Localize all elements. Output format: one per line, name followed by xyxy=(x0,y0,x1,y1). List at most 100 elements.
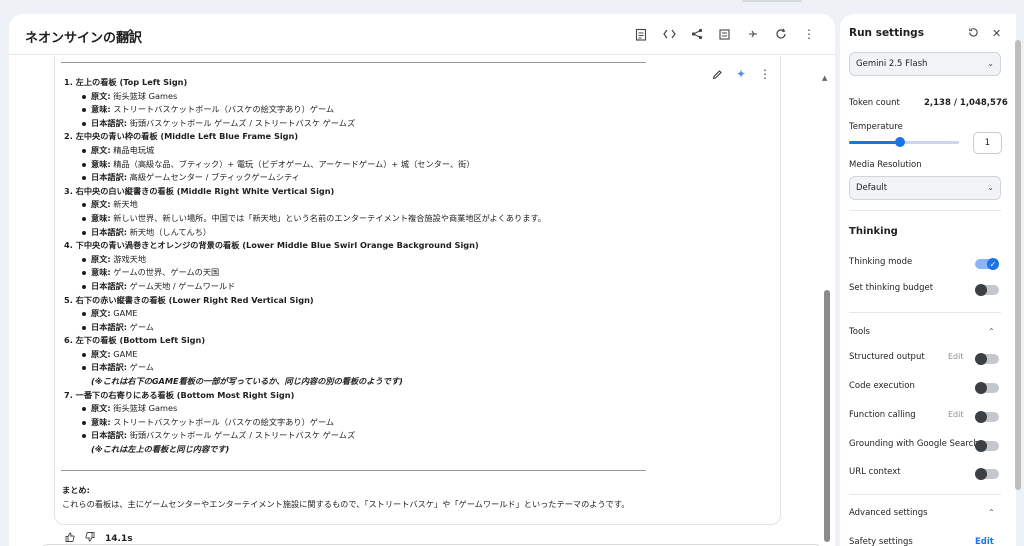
thinking-budget-toggle[interactable] xyxy=(975,284,999,296)
thinking-mode-toggle[interactable]: ✓ xyxy=(975,258,999,270)
list-item: 意味: ストリートバスケットボール（バスケの絵文字あり）ゲーム xyxy=(64,416,684,430)
panel-title: Run settings xyxy=(849,27,924,39)
toggle-knob xyxy=(975,353,987,365)
top-tab-hint xyxy=(742,0,802,2)
section-title: 6. 左下の看板 (Bottom Left Sign) xyxy=(64,335,206,346)
structured-output-edit[interactable]: Edit xyxy=(948,352,964,361)
divider xyxy=(61,470,646,471)
compress-icon[interactable] xyxy=(745,26,761,42)
section-title: 1. 左上の看板 (Top Left Sign) xyxy=(64,77,188,87)
list-item: 原文: 精品电玩城 xyxy=(64,144,684,158)
model-response: ✦ ⋮ 1. 左上の看板 (Top Left Sign) 原文: 街头篮球 Ga… xyxy=(54,56,781,525)
safety-settings-label: Safety settings xyxy=(849,537,913,546)
url-context-toggle[interactable] xyxy=(975,468,999,480)
section-title: 3. 右中央の白い縦書きの看板 (Middle Right White Vert… xyxy=(64,185,335,196)
response-content: 1. 左上の看板 (Top Left Sign) 原文: 街头篮球 Games … xyxy=(64,76,684,457)
section-title: 5. 右下の赤い縦書きの看板 (Lower Right Red Vertical… xyxy=(64,294,314,305)
function-calling-label: Function calling xyxy=(849,410,916,420)
toggle-knob xyxy=(975,468,987,480)
temperature-slider[interactable] xyxy=(849,137,959,147)
list-item: 意味: 精品（高級な品、ブティック）+ 電玩（ビデオゲーム、アーケードゲーム）+… xyxy=(64,158,684,172)
run-settings-panel: Run settings ✕ Gemini 2.5 Flash ⌄ Token … xyxy=(840,14,1016,546)
media-resolution-value: Default xyxy=(856,183,888,193)
grounding-toggle[interactable] xyxy=(975,440,999,452)
summary: まとめ: これらの看板は、主にゲームセンターやエンターテイメント施設に関するもの… xyxy=(62,484,629,511)
media-resolution-select[interactable]: Default ⌄ xyxy=(849,176,1001,200)
temperature-label: Temperature xyxy=(849,122,903,132)
list-item: 原文: 游戏天地 xyxy=(64,253,684,267)
close-icon[interactable]: ✕ xyxy=(992,27,1001,40)
sparkle-icon[interactable]: ✦ xyxy=(734,67,748,81)
list-item: 意味: 新しい世界、新しい場所。中国では「新天地」という名前のエンターテイメント… xyxy=(64,212,684,226)
token-count-value: 2,138 / 1,048,576 xyxy=(924,98,1008,108)
list-item: 原文: GAME xyxy=(64,348,684,362)
response-more-icon[interactable]: ⋮ xyxy=(758,67,772,81)
check-icon: ✓ xyxy=(987,258,999,270)
chevron-down-icon: ⌄ xyxy=(987,59,994,68)
more-icon[interactable]: ⋮ xyxy=(801,26,817,42)
toggle-knob xyxy=(975,411,987,423)
thinking-header: Thinking xyxy=(849,226,898,237)
divider xyxy=(849,494,1001,495)
list-item: 意味: ストリートバスケットボール（バスケの絵文字あり）ゲーム xyxy=(64,103,684,117)
list-item: 原文: 街头篮球 Games xyxy=(64,402,684,416)
safety-settings-edit[interactable]: Edit xyxy=(975,537,994,546)
thinking-mode-label: Thinking mode xyxy=(849,257,913,267)
edit-title-icon[interactable] xyxy=(121,27,135,41)
grounding-label: Grounding with Google Search xyxy=(849,439,979,449)
section-title: 4. 下中央の青い渦巻きとオレンジの背景の看板 (Lower Middle Bl… xyxy=(64,240,479,251)
refresh-icon[interactable] xyxy=(773,26,789,42)
list-item: 日本語訳: ゲーム xyxy=(64,321,684,335)
tools-header[interactable]: Tools xyxy=(849,327,870,337)
thinking-budget-label: Set thinking budget xyxy=(849,283,934,293)
function-calling-toggle[interactable] xyxy=(975,411,999,423)
structured-output-label: Structured output xyxy=(849,352,925,362)
toggle-knob xyxy=(975,284,987,296)
chat-panel: ネオンサインの翻訳 ⋮ ✦ ⋮ 1. 左上の看板 (Top Left Sign)… xyxy=(9,14,835,546)
summary-text: これらの看板は、主にゲームセンターやエンターテイメント施設に関するもので、「スト… xyxy=(62,498,630,509)
section-title: 2. 左中央の青い枠の看板 (Middle Left Blue Frame Si… xyxy=(64,131,299,142)
toggle-knob xyxy=(975,440,987,452)
divider xyxy=(849,210,1001,211)
code-execution-toggle[interactable] xyxy=(975,382,999,394)
compare-icon[interactable] xyxy=(717,26,733,42)
list-item: 日本語訳: ゲーム xyxy=(64,361,684,375)
chat-scrollbar[interactable]: ▲ ▼ xyxy=(821,72,831,546)
share-icon[interactable] xyxy=(689,26,705,42)
chevron-down-icon: ⌄ xyxy=(987,183,994,192)
scroll-up-icon[interactable]: ▲ xyxy=(822,74,827,82)
scrollbar-thumb[interactable] xyxy=(824,290,830,542)
section-title: 7. 一番下の右寄りにある看板 (Bottom Most Right Sign) xyxy=(64,389,295,400)
function-calling-edit[interactable]: Edit xyxy=(948,410,964,419)
toggle-knob xyxy=(975,382,987,394)
note-text: (※これは右下のGAME看板の一部が写っているか、同じ内容の別の看板のようです) xyxy=(91,376,403,387)
media-resolution-label: Media Resolution xyxy=(849,160,922,170)
response-toolbar: ✦ ⋮ xyxy=(710,67,772,81)
token-count-label: Token count xyxy=(849,98,900,108)
notes-icon[interactable] xyxy=(633,26,649,42)
list-item: 日本語訳: ゲーム天地 / ゲームワールド xyxy=(64,280,684,294)
code-icon[interactable] xyxy=(661,26,677,42)
list-item: 日本語訳: 高級ゲームセンター / ブティックゲームシティ xyxy=(64,171,684,185)
chevron-up-icon[interactable]: ⌃ xyxy=(988,508,995,517)
url-context-label: URL context xyxy=(849,467,901,477)
chevron-up-icon[interactable]: ⌃ xyxy=(988,327,995,336)
settings-scrollbar[interactable] xyxy=(1015,40,1021,490)
structured-output-toggle[interactable] xyxy=(975,353,999,365)
code-execution-label: Code execution xyxy=(849,381,915,391)
slider-handle[interactable] xyxy=(895,137,905,147)
list-item: 原文: 新天地 xyxy=(64,198,684,212)
list-item: 原文: 街头篮球 Games xyxy=(64,90,684,104)
edit-response-icon[interactable] xyxy=(710,67,724,81)
reset-icon[interactable] xyxy=(968,27,979,41)
chat-scroll-area: ✦ ⋮ 1. 左上の看板 (Top Left Sign) 原文: 街头篮球 Ga… xyxy=(9,56,835,546)
advanced-settings-header[interactable]: Advanced settings xyxy=(849,508,928,518)
list-item: 日本語訳: 新天地（しんてんち） xyxy=(64,226,684,240)
list-item: 意味: ゲームの世界、ゲームの天国 xyxy=(64,266,684,280)
response-time: 14.1s xyxy=(105,533,133,544)
model-select-value: Gemini 2.5 Flash xyxy=(856,59,928,69)
chat-header: ネオンサインの翻訳 ⋮ xyxy=(9,14,835,55)
slider-fill xyxy=(849,141,899,144)
model-select[interactable]: Gemini 2.5 Flash ⌄ xyxy=(849,52,1001,76)
temperature-input[interactable]: 1 xyxy=(973,132,1002,154)
